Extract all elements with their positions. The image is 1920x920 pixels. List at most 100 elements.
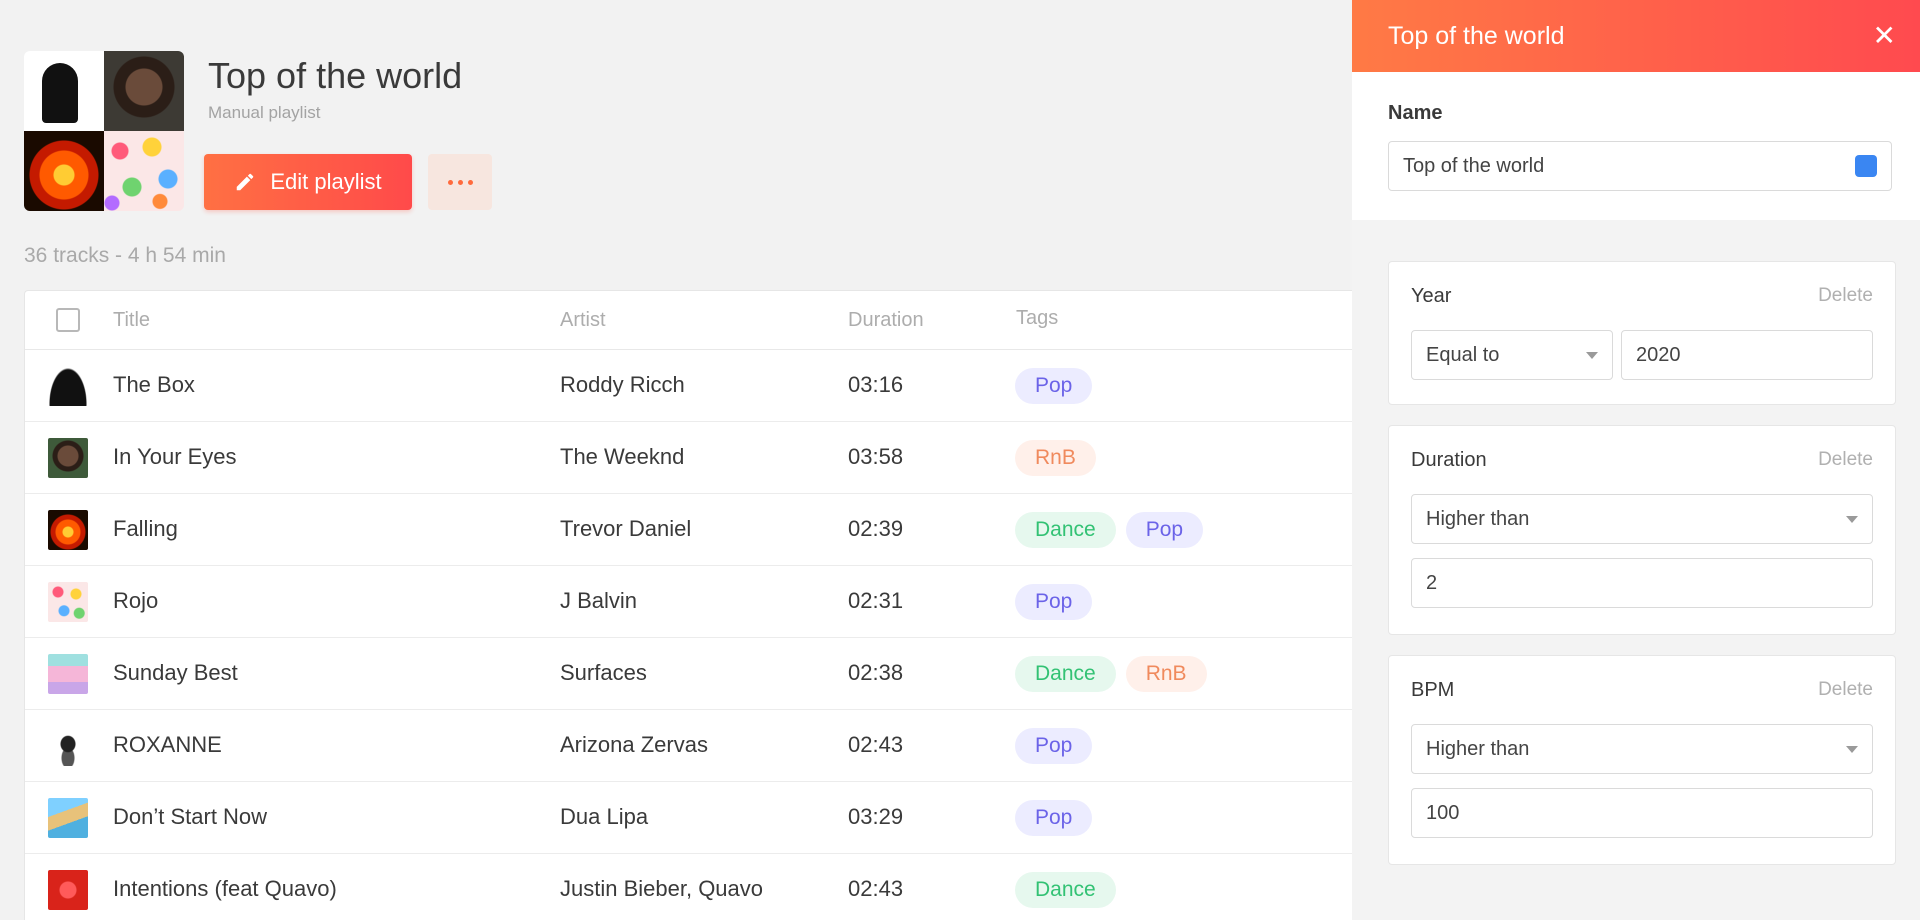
table-row[interactable]: Rojo J Balvin 02:31 Pop <box>25 566 1352 638</box>
track-title: The Box <box>113 372 195 397</box>
track-artist: The Weeknd <box>560 444 685 469</box>
cover-art-4 <box>104 131 184 211</box>
table-row[interactable]: Intentions (feat Quavo) Justin Bieber, Q… <box>25 854 1352 920</box>
table-row[interactable]: Sunday Best Surfaces 02:38 Dance RnB <box>25 638 1352 710</box>
tag-pop[interactable]: Pop <box>1015 728 1093 764</box>
tag-pop[interactable]: Pop <box>1015 368 1093 404</box>
column-tags[interactable]: Tags <box>1016 307 1058 330</box>
track-duration: 02:31 <box>848 588 904 613</box>
more-dot-icon <box>457 179 463 185</box>
track-duration: 03:29 <box>848 804 904 829</box>
filter-bpm: BPM Delete Higher than 100 <box>1388 655 1896 865</box>
edit-playlist-label: Edit playlist <box>270 169 382 194</box>
tag-pop[interactable]: Pop <box>1015 800 1093 836</box>
edit-playlist-panel: Top of the world ✕ Name Top of the world… <box>1352 0 1920 920</box>
duration-operator-select[interactable]: Higher than <box>1411 494 1873 544</box>
duration-value: 2 <box>1426 571 1438 594</box>
tag-pop[interactable]: Pop <box>1125 512 1204 548</box>
playlist-type: Manual playlist <box>208 103 321 122</box>
table-row[interactable]: Don’t Start Now Dua Lipa 03:29 Pop <box>25 782 1352 854</box>
track-title: Sunday Best <box>113 660 238 685</box>
track-artist: Arizona Zervas <box>560 732 708 757</box>
column-title[interactable]: Title <box>113 309 150 332</box>
chevron-down-icon <box>1846 745 1858 753</box>
tag-rnb[interactable]: RnB <box>1015 440 1096 476</box>
delete-duration-filter-button[interactable]: Delete <box>1818 449 1873 471</box>
delete-bpm-filter-button[interactable]: Delete <box>1818 679 1873 701</box>
color-swatch[interactable] <box>1855 155 1877 177</box>
column-artist[interactable]: Artist <box>560 309 606 332</box>
more-options-button[interactable] <box>428 154 492 210</box>
table-row[interactable]: The Box Roddy Ricch 03:16 Pop <box>25 350 1352 422</box>
year-value: 2020 <box>1636 343 1681 366</box>
track-thumbnail <box>48 438 88 478</box>
bpm-operator-select[interactable]: Higher than <box>1411 724 1873 774</box>
bpm-operator-value: Higher than <box>1426 737 1530 760</box>
track-title: Don’t Start Now <box>113 804 268 829</box>
track-title: Falling <box>113 516 178 541</box>
name-value: Top of the world <box>1403 154 1545 177</box>
column-duration[interactable]: Duration <box>848 309 924 332</box>
close-icon[interactable]: ✕ <box>1873 22 1896 50</box>
filter-year-label: Year <box>1411 284 1452 307</box>
track-thumbnail <box>48 366 88 406</box>
track-thumbnail <box>48 582 88 622</box>
track-duration: 03:58 <box>848 444 904 469</box>
table-header: Title Artist Duration Tags <box>25 291 1352 350</box>
track-artist: Roddy Ricch <box>560 372 685 397</box>
filter-year: Year Delete Equal to 2020 <box>1388 261 1896 405</box>
filter-bpm-label: BPM <box>1411 678 1455 701</box>
pencil-icon <box>237 173 254 191</box>
name-section: Name Top of the world <box>1352 72 1920 220</box>
tag-pop[interactable]: Pop <box>1015 584 1093 620</box>
track-thumbnail <box>48 654 88 694</box>
duration-operator-value: Higher than <box>1426 507 1530 530</box>
track-thumbnail <box>48 798 88 838</box>
tag-dance[interactable]: Dance <box>1015 656 1116 692</box>
filter-duration: Duration Delete Higher than 2 <box>1388 425 1896 635</box>
tag-dance[interactable]: Dance <box>1015 872 1116 908</box>
tracks-table: Title Artist Duration Tags The Box Roddy… <box>24 290 1352 920</box>
duration-value-input[interactable]: 2 <box>1411 558 1873 608</box>
cover-art-3 <box>24 131 104 211</box>
cover-art-1 <box>24 51 104 131</box>
track-duration: 02:43 <box>848 732 904 757</box>
table-row[interactable]: Falling Trevor Daniel 02:39 Dance Pop <box>25 494 1352 566</box>
name-field[interactable]: Top of the world <box>1388 141 1892 191</box>
tag-rnb[interactable]: RnB <box>1125 656 1207 692</box>
track-title: In Your Eyes <box>113 444 237 469</box>
tag-dance[interactable]: Dance <box>1015 512 1116 548</box>
name-label: Name <box>1388 102 1443 124</box>
more-dot-icon <box>447 179 453 185</box>
more-dot-icon <box>467 179 473 185</box>
track-thumbnail <box>48 510 88 550</box>
track-artist: J Balvin <box>560 588 638 613</box>
playlist-header: Top of the world Manual playlist Edit pl… <box>24 51 1324 211</box>
table-row[interactable]: ROXANNE Arizona Zervas 02:43 Pop <box>25 710 1352 782</box>
track-artist: Trevor Daniel <box>560 516 692 541</box>
table-row[interactable]: In Your Eyes The Weeknd 03:58 RnB <box>25 422 1352 494</box>
track-artist: Justin Bieber, Quavo <box>560 876 764 901</box>
track-duration: 02:39 <box>848 516 904 541</box>
track-artist: Surfaces <box>560 660 647 685</box>
filter-duration-label: Duration <box>1411 448 1487 471</box>
bpm-value-input[interactable]: 100 <box>1411 788 1873 838</box>
chevron-down-icon <box>1846 515 1858 523</box>
playlist-cover <box>24 51 184 211</box>
playlist-main: Top of the world Manual playlist Edit pl… <box>0 0 1352 920</box>
delete-year-filter-button[interactable]: Delete <box>1818 285 1873 307</box>
track-duration: 02:38 <box>848 660 904 685</box>
edit-playlist-button[interactable]: Edit playlist <box>204 154 412 210</box>
track-duration: 03:16 <box>848 372 904 397</box>
track-duration: 02:43 <box>848 876 904 901</box>
cover-art-2 <box>104 51 184 131</box>
track-thumbnail <box>48 726 88 766</box>
track-title: Rojo <box>113 588 159 613</box>
panel-title: Top of the world <box>1388 21 1565 50</box>
select-all-checkbox[interactable] <box>56 308 80 332</box>
year-operator-value: Equal to <box>1426 343 1500 366</box>
year-operator-select[interactable]: Equal to <box>1411 330 1613 380</box>
track-summary: 36 tracks - 4 h 54 min <box>24 244 226 267</box>
year-value-input[interactable]: 2020 <box>1621 330 1873 380</box>
track-thumbnail <box>48 870 88 910</box>
